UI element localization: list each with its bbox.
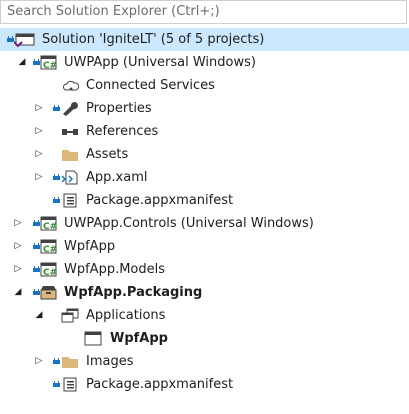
lock-icon [33, 220, 40, 226]
tree-item-uwpapp[interactable]: ◢ C# UWPApp (Universal Windows) [0, 51, 409, 74]
svg-text:C#: C# [43, 268, 57, 277]
tree-item-references[interactable]: ▷ References [0, 120, 409, 143]
csharp-project-icon: C# [40, 55, 57, 70]
project-label: WpfApp [64, 239, 116, 254]
tree-item-images[interactable]: ▷ Images [0, 350, 409, 373]
item-label: Properties [86, 101, 152, 116]
folder-icon [62, 357, 78, 368]
expander-collapsed-icon[interactable]: ▷ [12, 212, 24, 235]
xaml-icon [61, 170, 78, 185]
item-label: Images [86, 354, 134, 369]
svg-text:C#: C# [43, 222, 57, 231]
expander-expanded-icon[interactable]: ◢ [12, 281, 24, 304]
window-icon [84, 331, 102, 346]
applications-icon [61, 308, 79, 323]
expander-collapsed-icon[interactable]: ▷ [33, 350, 45, 373]
search-box[interactable]: Search Solution Explorer (Ctrl+;) [0, 0, 407, 24]
manifest-icon [63, 377, 77, 392]
expander-collapsed-icon[interactable]: ▷ [33, 97, 45, 120]
lock-icon [7, 36, 14, 42]
project-label: UWPApp.Controls (Universal Windows) [64, 216, 314, 231]
lock-icon [33, 243, 40, 249]
lock-icon [53, 358, 60, 364]
svg-text:C#: C# [43, 245, 57, 254]
lock-icon [33, 289, 40, 295]
csharp-project-icon: C# [40, 262, 57, 277]
lock-icon [53, 105, 60, 111]
lock-icon [53, 197, 60, 203]
tree-item-package-manifest[interactable]: Package.appxmanifest [0, 189, 409, 212]
project-label: WpfApp.Models [64, 262, 166, 277]
packaging-project-icon [40, 286, 57, 300]
project-label: UWPApp (Universal Windows) [64, 55, 256, 70]
item-label: App.xaml [86, 170, 148, 185]
item-label: Connected Services [86, 78, 215, 93]
solution-tree: Solution 'IgniteLT' (5 of 5 projects) ◢ … [0, 28, 409, 396]
item-label: Applications [86, 308, 166, 323]
tree-item-properties[interactable]: ▷ Properties [0, 97, 409, 120]
tree-item-applications[interactable]: ◢ Applications [0, 304, 409, 327]
svg-text:C#: C# [43, 61, 57, 70]
expander-collapsed-icon[interactable]: ▷ [12, 235, 24, 258]
tree-item-wpfapp[interactable]: ▷ C# WpfApp [0, 235, 409, 258]
tree-item-assets[interactable]: ▷ Assets [0, 143, 409, 166]
tree-item-wpfapp-models[interactable]: ▷ C# WpfApp.Models [0, 258, 409, 281]
tree-item-wpfapp-packaging[interactable]: ◢ WpfApp.Packaging [0, 281, 409, 304]
tree-item-solution[interactable]: Solution 'IgniteLT' (5 of 5 projects) [0, 28, 409, 51]
lock-icon [53, 381, 60, 387]
lock-icon [33, 59, 40, 65]
item-label: References [86, 124, 159, 139]
expander-collapsed-icon[interactable]: ▷ [33, 166, 45, 189]
wrench-icon [63, 102, 78, 116]
tree-item-uwpapp-controls[interactable]: ▷ C# UWPApp.Controls (Universal Windows) [0, 212, 409, 235]
manifest-icon [63, 193, 77, 208]
expander-collapsed-icon[interactable]: ▷ [33, 120, 45, 143]
folder-icon [62, 150, 78, 161]
solution-label: Solution 'IgniteLT' (5 of 5 projects) [42, 32, 265, 47]
item-label: Package.appxmanifest [86, 377, 234, 392]
item-label: WpfApp [110, 331, 168, 346]
expander-expanded-icon[interactable]: ◢ [33, 304, 45, 327]
project-label: WpfApp.Packaging [64, 285, 203, 300]
tree-item-wpfapp-reference[interactable]: WpfApp [0, 327, 409, 350]
csharp-project-icon: C# [40, 216, 57, 231]
search-input-placeholder: Search Solution Explorer (Ctrl+;) [7, 4, 220, 19]
tree-item-connected-services[interactable]: Connected Services [0, 74, 409, 97]
lock-icon [33, 266, 40, 272]
solution-icon [14, 33, 35, 47]
tree-item-app-xaml[interactable]: ▷ App.xaml [0, 166, 409, 189]
references-icon [62, 129, 78, 135]
expander-collapsed-icon[interactable]: ▷ [33, 143, 45, 166]
lock-icon [53, 174, 60, 180]
connected-services-icon [62, 80, 80, 91]
expander-collapsed-icon[interactable]: ▷ [12, 258, 24, 281]
tree-item-package-manifest[interactable]: Package.appxmanifest [0, 373, 409, 396]
item-label: Package.appxmanifest [86, 193, 234, 208]
item-label: Assets [86, 147, 129, 162]
csharp-project-icon: C# [40, 239, 57, 254]
expander-expanded-icon[interactable]: ◢ [16, 51, 28, 74]
